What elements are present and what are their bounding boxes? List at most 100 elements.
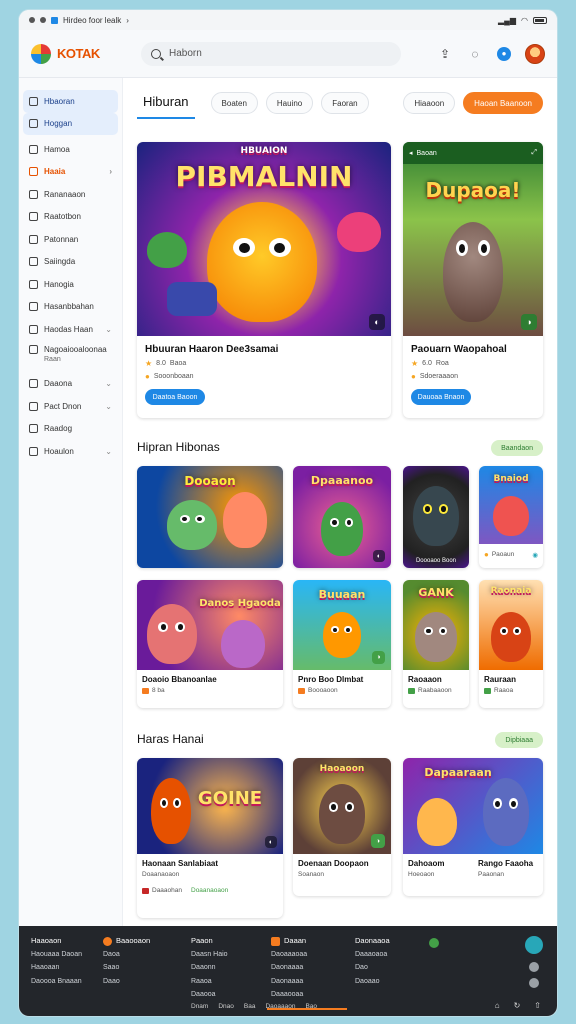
game-tile[interactable]: Dpaaanoo ◐ [293,466,391,568]
search-input[interactable]: Haborn [141,41,401,66]
footer-link[interactable]: Daaaooaa [271,988,307,1002]
play-icon[interactable]: ◑ [372,651,385,664]
sidebar-item[interactable]: Saiingda [23,251,118,274]
sidebar-item[interactable]: Pact Dnon ⌄ [23,395,118,418]
game-artwork: GANK [403,580,469,670]
game-tile[interactable]: Raonaia Rauraan Raaoa [479,580,543,708]
game-tile[interactable]: Doooaoo Boon [403,466,469,568]
tile-meta: Boooaoon [293,686,391,695]
sidebar-item[interactable]: Raadog [23,418,118,441]
footer-link[interactable]: Dnao [218,1003,234,1010]
footer-link[interactable]: Saao [103,961,150,975]
footer-link[interactable]: Dao [355,961,390,975]
footer-link[interactable]: Daonaaaa [271,961,307,975]
sidebar-item[interactable]: Raatotbon [23,206,118,229]
sidebar-item[interactable]: Haodas Haan ⌄ [23,318,118,341]
tile-meta: Doaanaoaon [137,870,283,879]
artwork-title: Danos Hgaoda [199,598,281,609]
game-tile[interactable]: GOINE ◐ Haonaan Sanlabiaat Doaanaoaon Da… [137,758,283,918]
game-artwork: Raonaia [479,580,543,670]
cta-button[interactable]: Haoan Baanoon [463,92,543,114]
expand-icon[interactable]: ⤢ [531,149,537,157]
game-tile[interactable]: Haoaoon ◑ Doenaan Doopaon Soanaon [293,758,391,896]
refresh-icon[interactable]: ↻ [514,1001,521,1010]
sidebar: Hbaoran Hoggan Hamoa Haaia › Rananaaon Ra… [19,78,123,926]
settings-icon [29,344,38,354]
secondary-pill[interactable]: Hiaaoon [403,92,456,114]
footer-link[interactable]: Haaoaan [31,961,82,975]
section-action-button[interactable]: Dipbiaaa [495,732,543,748]
footer-link[interactable]: Daao [103,975,150,989]
footer-link[interactable]: Daaaoaoa [355,948,390,962]
footer-link[interactable]: Daoaao [355,975,390,989]
section-title: Haras Hanai [137,732,204,746]
sidebar-item[interactable]: Hanogia [23,273,118,296]
help-icon[interactable] [529,978,539,988]
footer-link[interactable]: Daoa [103,948,150,962]
game-artwork: Doooaoo Boon [403,466,469,568]
filter-pill[interactable]: Hauino [265,92,314,114]
footer-link[interactable]: Raaoa [191,975,228,989]
share-icon[interactable]: ⇧ [534,1001,541,1010]
footer-link[interactable]: Baa [244,1003,256,1010]
card-meta-text: Roa [435,360,449,367]
play-button[interactable]: Dauoaa Bnaon [411,389,471,405]
play-icon[interactable]: ◐ [369,314,385,330]
character-art [207,202,317,322]
filter-pill[interactable]: Boaten [210,92,258,114]
featured-card[interactable]: ◂ Baoan ⤢ Dupaoa! ◑ Paouarn Waopahoal ★ 6.0… [403,142,543,418]
game-tile[interactable]: Dapaaraan Dahoaom Hoeoaon Rango Faaoha Paa… [403,758,543,896]
sidebar-item-games[interactable]: Hoggan [23,112,118,135]
search-placeholder: Haborn [169,48,202,59]
brand-logo[interactable]: KOTAK [31,43,141,64]
play-button[interactable]: Daatoa Baoon [145,389,205,405]
game-tile[interactable]: GANK Raoaaon Raabaaoon [403,580,469,708]
sidebar-item[interactable]: Nagoaiooaloonaa Raan [23,341,118,373]
sidebar-item[interactable]: Rananaaon [23,183,118,206]
section-action-button[interactable]: Baandaon [491,440,543,456]
notifications-icon[interactable]: ● [497,46,511,61]
featured-card[interactable]: HBUAION PIBMALNIN ◐ Hbuuran Haaron Dee3s… [137,142,391,418]
gift-icon [29,401,38,411]
sidebar-item-home[interactable]: Hbaoran [23,90,118,113]
tile-meta-text: Raaoa [494,687,514,694]
chat-support-icon[interactable] [525,936,543,954]
sidebar-item[interactable]: Hamoa [23,138,118,161]
footer-link[interactable]: Daoooa Bnaaan [31,975,82,989]
play-icon[interactable]: ◐ [265,836,277,848]
footer-link[interactable]: Daonaaaa [271,975,307,989]
game-tile[interactable]: Danos Hgaoda Doaoio Bbanoanlae 8 ba [137,580,283,708]
footer-link[interactable]: Daoaaaoaa [271,948,307,962]
game-tile[interactable]: Dooaon [137,466,283,568]
filter-pill[interactable]: Faoran [321,92,369,114]
chevron-right-icon: › [109,167,112,177]
settings-icon[interactable] [529,962,539,972]
game-tile[interactable]: Bnaiod ● Paoaun ◉ [479,466,543,568]
back-icon[interactable]: ◂ [409,149,413,157]
game-tile[interactable]: Buuaan ◑ Pnro Boo Dlmbat Boooaoon [293,580,391,708]
brand-icon [271,936,280,946]
play-icon[interactable]: ◑ [371,834,385,848]
help-icon[interactable]: ◌ [467,46,483,62]
sidebar-item[interactable]: Daaona ⌄ [23,373,118,396]
play-icon[interactable]: ◑ [521,314,537,330]
sidebar-item[interactable]: Patonnan [23,228,118,251]
play-icon[interactable]: ◉ [532,551,538,559]
sidebar-item[interactable]: Hasanbbahan [23,296,118,319]
avatar[interactable] [525,43,545,64]
star-icon [29,189,38,199]
section-title: Hipran Hibonas [137,440,220,454]
footer-link[interactable]: Daaonn [191,961,228,975]
upload-icon[interactable]: ⇪ [437,46,453,62]
footer-link[interactable]: Daaooa [191,988,228,1002]
character-art [147,604,197,664]
footer-link[interactable]: Haouaaa Daoan [31,948,82,962]
footer-link[interactable]: Dnam [191,1003,208,1010]
sidebar-item[interactable]: Hoaulon ⌄ [23,440,118,463]
sidebar-item-hot[interactable]: Haaia › [23,161,118,184]
footer-link[interactable]: Daasn Haio [191,948,228,962]
play-icon[interactable]: ◐ [373,550,385,562]
tab-entertainment[interactable]: Hiburan [137,88,195,119]
home-icon[interactable]: ⌂ [495,1001,500,1010]
artwork-title: PIBMALNIN [175,160,353,193]
